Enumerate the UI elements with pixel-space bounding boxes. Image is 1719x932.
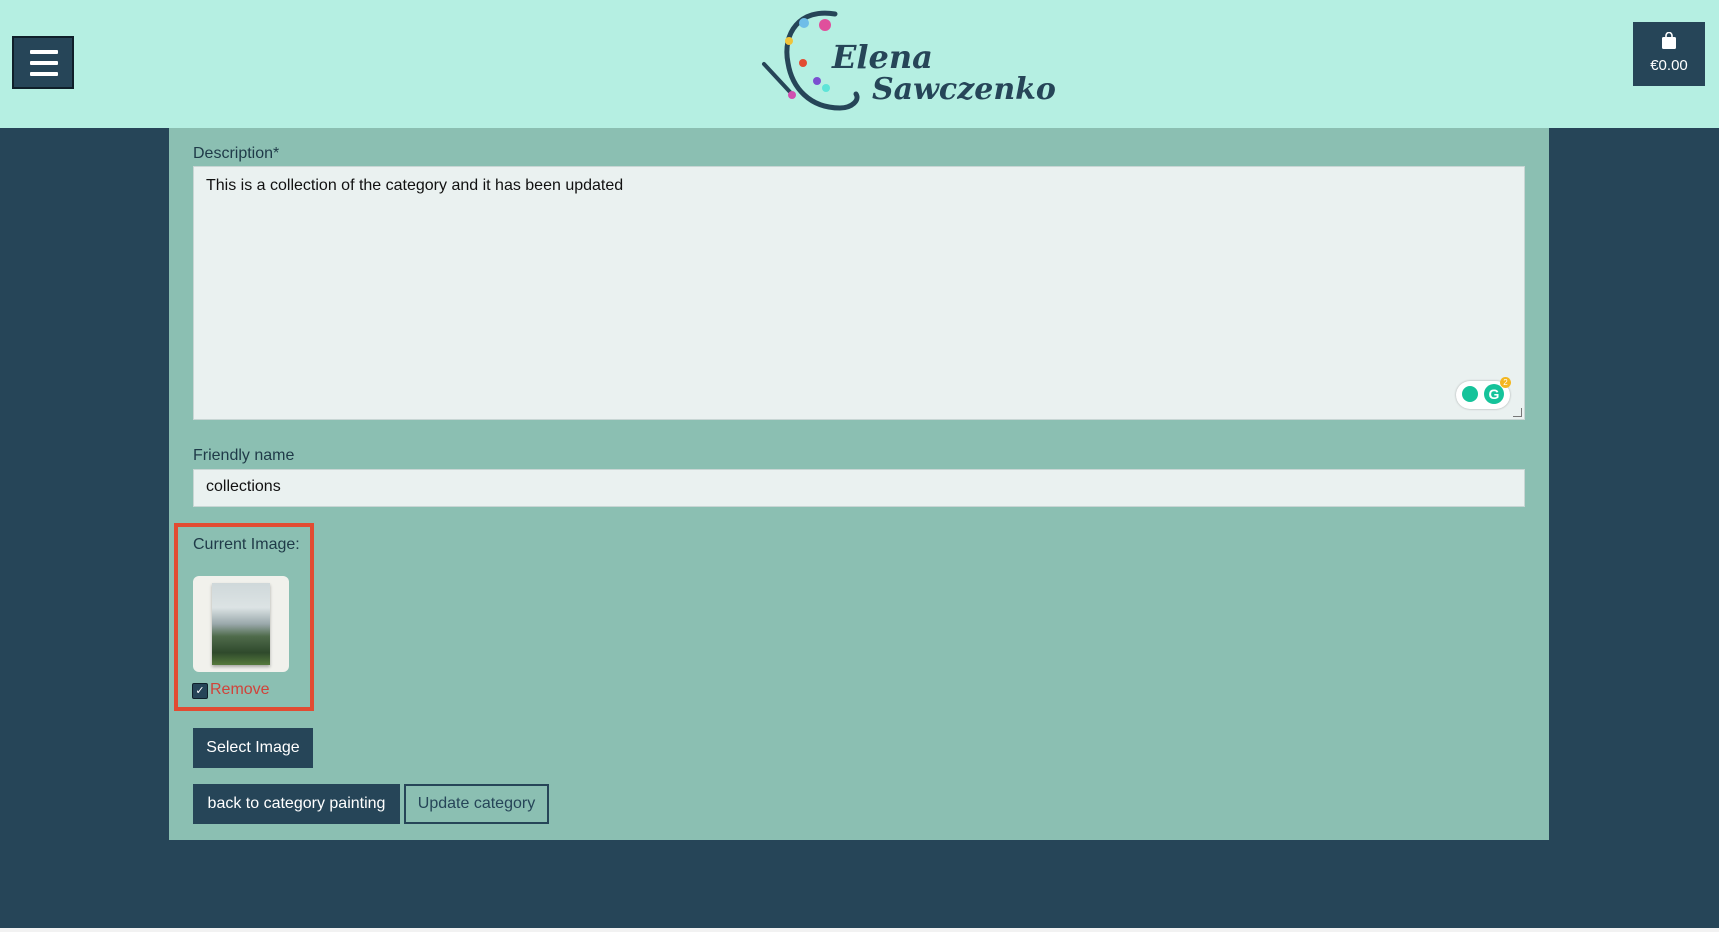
- cart-button[interactable]: €0.00: [1633, 22, 1705, 86]
- hamburger-menu-button[interactable]: [12, 36, 74, 89]
- footer-edge: [0, 928, 1719, 932]
- cart-total: €0.00: [1650, 57, 1688, 74]
- site-header: Elena Sawczenko €0.00: [0, 0, 1719, 128]
- logo-text-last: Sawczenko: [872, 72, 1056, 107]
- grammarly-count-badge: 2: [1500, 377, 1511, 388]
- painting-image: [212, 583, 270, 665]
- resize-handle[interactable]: [1513, 408, 1522, 417]
- description-textarea[interactable]: This is a collection of the category and…: [193, 166, 1525, 420]
- back-to-category-button[interactable]: back to category painting: [193, 784, 400, 824]
- description-text: This is a collection of the category and…: [206, 177, 624, 194]
- friendly-name-input[interactable]: collections: [193, 469, 1525, 507]
- current-image-thumbnail[interactable]: [193, 576, 289, 672]
- lightbulb-icon: [1462, 386, 1478, 402]
- remove-image-checkbox[interactable]: ✓: [192, 683, 208, 699]
- description-label: Description*: [193, 145, 280, 162]
- current-image-label: Current Image:: [193, 536, 300, 553]
- edit-category-form: Description* This is a collection of the…: [169, 128, 1549, 840]
- hamburger-icon: [30, 50, 58, 54]
- logo-text-first: Elena: [832, 38, 933, 76]
- site-logo[interactable]: Elena Sawczenko: [760, 8, 1056, 118]
- friendly-name-label: Friendly name: [193, 447, 295, 464]
- select-image-button[interactable]: Select Image: [193, 728, 313, 768]
- remove-image-label[interactable]: Remove: [210, 681, 270, 699]
- grammarly-widget[interactable]: G 2: [1456, 377, 1511, 409]
- grammarly-icon: G: [1484, 384, 1504, 404]
- shopping-bag-icon: [1662, 32, 1676, 49]
- update-category-button[interactable]: Update category: [404, 784, 549, 824]
